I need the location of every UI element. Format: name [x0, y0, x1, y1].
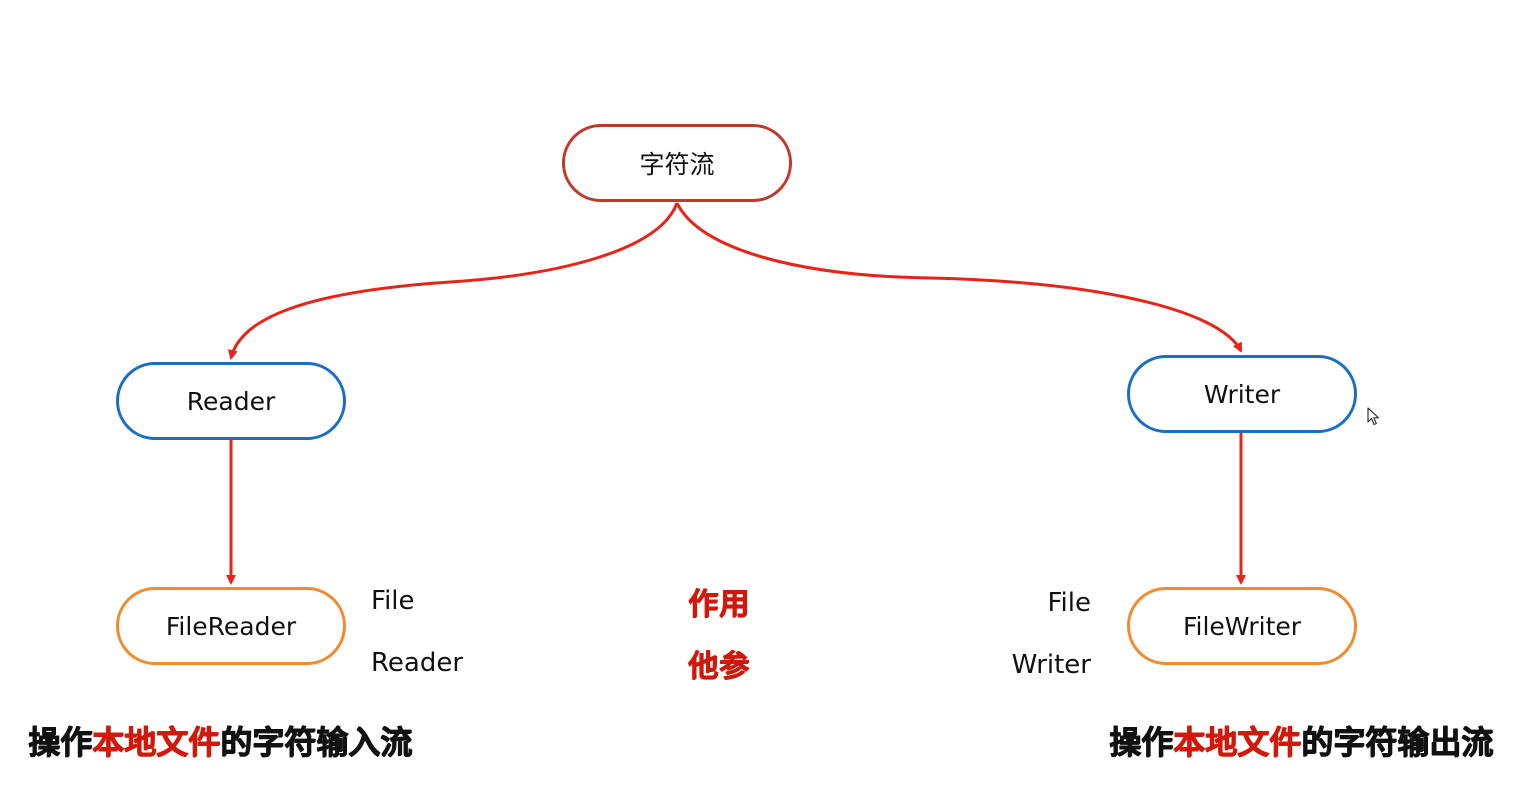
- node-filereader: FileReader: [116, 587, 346, 665]
- middle-label-other: 他参: [688, 649, 750, 684]
- caption-input-prefix: 操作: [28, 723, 93, 761]
- edge-root-to-reader: [227, 202, 679, 360]
- caption-output-suffix: 的字符输出流: [1300, 723, 1493, 761]
- node-character-stream: 字符流: [562, 124, 792, 202]
- left-word-file: File: [371, 586, 415, 616]
- character-stream-diagram: 字符流 Reader Writer FileReader FileWriter …: [0, 0, 1533, 803]
- node-filereader-label: FileReader: [165, 611, 297, 641]
- node-character-stream-label: 字符流: [639, 150, 715, 179]
- caption-output-stream: 操作本地文件的字符输出流: [1109, 722, 1493, 762]
- node-reader-label: Reader: [186, 386, 276, 416]
- left-word-reader: Reader: [371, 648, 464, 678]
- node-filewriter-label: FileWriter: [1182, 611, 1302, 641]
- edge-root-to-writer: [675, 202, 1243, 353]
- caption-input-suffix: 的字符输入流: [220, 723, 413, 761]
- node-writer: Writer: [1127, 355, 1357, 433]
- caption-output-prefix: 操作: [1108, 723, 1173, 761]
- caption-output-highlight: 本地文件: [1172, 723, 1301, 761]
- right-word-file: File: [1047, 588, 1091, 618]
- node-writer-label: Writer: [1203, 379, 1281, 409]
- caption-input-highlight: 本地文件: [92, 723, 221, 761]
- middle-label-purpose: 作用: [688, 587, 750, 622]
- node-reader: Reader: [116, 362, 346, 440]
- caption-input-stream: 操作本地文件的字符输入流: [28, 722, 412, 762]
- mouse-pointer-icon: [1367, 407, 1380, 426]
- right-word-writer: Writer: [1011, 650, 1091, 680]
- node-filewriter: FileWriter: [1127, 587, 1357, 665]
